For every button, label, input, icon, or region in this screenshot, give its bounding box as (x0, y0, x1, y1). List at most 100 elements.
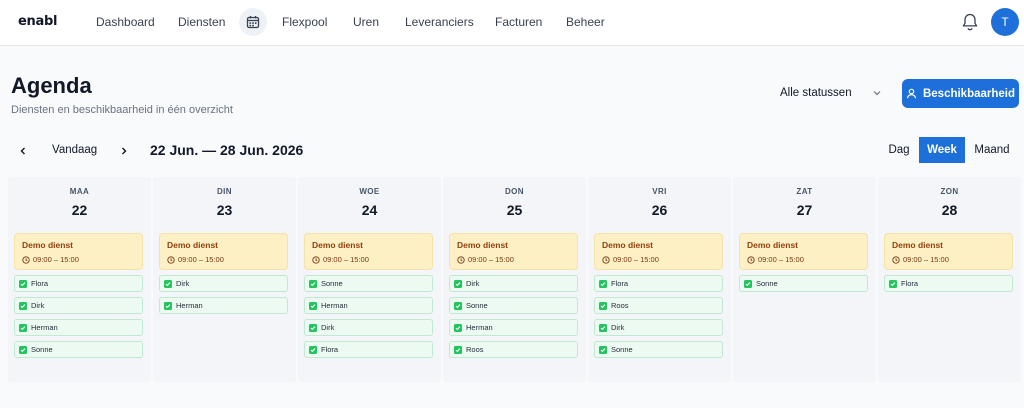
nav-agenda[interactable] (239, 8, 267, 36)
chevron-right-icon (122, 147, 127, 155)
shift-time-row: 09:00 – 15:00 (892, 255, 949, 264)
shift-title: Demo dienst (602, 240, 654, 250)
assigned-person[interactable]: Flora (884, 275, 1013, 292)
assigned-person[interactable]: Flora (594, 275, 723, 292)
day-of-week: ZON (940, 187, 959, 196)
day-of-week: WOE (359, 187, 380, 196)
assigned-person[interactable]: Sonne (739, 275, 868, 292)
person-name: Dirk (176, 279, 190, 288)
nav-leveranciers[interactable]: Leveranciers (405, 15, 474, 29)
shift-card[interactable]: Demo dienst 09:00 – 15:00 (449, 233, 578, 270)
view-week-button[interactable]: Week (919, 137, 965, 163)
assigned-person[interactable]: Dirk (14, 297, 143, 314)
day-number: 27 (796, 202, 813, 218)
today-button[interactable]: Vandaag (52, 144, 97, 156)
assigned-person[interactable]: Herman (304, 297, 433, 314)
nav-dashboard[interactable]: Dashboard (96, 15, 155, 29)
day-column[interactable]: ZON 28 Demo dienst 09:00 – 15:00 Flora (878, 177, 1021, 382)
status-filter-value: Alle statussen (780, 87, 852, 99)
person-name: Flora (611, 279, 629, 288)
shift-card[interactable]: Demo dienst 09:00 – 15:00 (159, 233, 288, 270)
person-name: Herman (176, 301, 203, 310)
shift-title: Demo dienst (312, 240, 364, 250)
user-avatar[interactable]: T (991, 8, 1019, 36)
checkbox-checked-icon (309, 301, 317, 310)
logo[interactable]: enabl (18, 14, 57, 29)
person-name: Roos (611, 301, 629, 310)
checkbox-checked-icon (599, 279, 607, 288)
day-of-week: DIN (217, 187, 232, 196)
assigned-person[interactable]: Herman (159, 297, 288, 314)
shift-title: Demo dienst (22, 240, 74, 250)
view-day-button[interactable]: Dag (882, 137, 916, 163)
page-subtitle: Diensten en beschikbaarheid in één overz… (11, 104, 233, 116)
checkbox-checked-icon (454, 323, 462, 332)
nav-beheer[interactable]: Beheer (566, 15, 605, 29)
clock-icon (602, 255, 610, 264)
day-number: 28 (941, 202, 958, 218)
assigned-person[interactable]: Sonne (14, 341, 143, 358)
checkbox-checked-icon (19, 345, 27, 354)
shift-time: 09:00 – 15:00 (468, 255, 514, 264)
day-number: 25 (506, 202, 523, 218)
shift-card[interactable]: Demo dienst 09:00 – 15:00 (884, 233, 1013, 270)
assigned-person[interactable]: Dirk (159, 275, 288, 292)
day-column[interactable]: WOE 24 Demo dienst 09:00 – 15:00 Sonne Herman… (298, 177, 441, 382)
checkbox-checked-icon (454, 301, 462, 310)
nav-facturen[interactable]: Facturen (495, 15, 542, 29)
checkbox-checked-icon (309, 345, 317, 354)
page-title: Agenda (11, 73, 92, 98)
next-week-button[interactable] (116, 143, 132, 159)
clock-icon (22, 255, 30, 264)
day-column[interactable]: MAA 22 Demo dienst 09:00 – 15:00 Flora Dirk He… (8, 177, 151, 382)
checkbox-checked-icon (309, 279, 317, 288)
assigned-person[interactable]: Dirk (449, 275, 578, 292)
assigned-person[interactable]: Herman (14, 319, 143, 336)
clock-icon (457, 255, 465, 264)
nav-diensten[interactable]: Diensten (178, 15, 225, 29)
person-name: Flora (901, 279, 919, 288)
nav-flexpool[interactable]: Flexpool (282, 15, 327, 29)
shift-card[interactable]: Demo dienst 09:00 – 15:00 (14, 233, 143, 270)
shift-card[interactable]: Demo dienst 09:00 – 15:00 (739, 233, 868, 270)
assigned-person[interactable]: Dirk (594, 319, 723, 336)
nav-uren[interactable]: Uren (353, 15, 379, 29)
assigned-person[interactable]: Flora (14, 275, 143, 292)
day-of-week: MAA (69, 187, 90, 196)
clock-icon (167, 255, 175, 264)
person-name: Herman (466, 323, 493, 332)
top-navigation: enabl Dashboard Diensten Flexpool Uren L… (0, 0, 1024, 46)
person-name: Herman (321, 301, 348, 310)
day-column[interactable]: DON 25 Demo dienst 09:00 – 15:00 Dirk Sonne He… (443, 177, 586, 382)
checkbox-checked-icon (889, 279, 897, 288)
shift-card[interactable]: Demo dienst 09:00 – 15:00 (594, 233, 723, 270)
day-number: 26 (651, 202, 668, 218)
assigned-person[interactable]: Herman (449, 319, 578, 336)
day-column[interactable]: DIN 23 Demo dienst 09:00 – 15:00 Dirk Herman (153, 177, 296, 382)
assigned-person[interactable]: Roos (449, 341, 578, 358)
day-of-week: DON (505, 187, 524, 196)
assigned-person[interactable]: Roos (594, 297, 723, 314)
availability-button-label: Beschikbaarheid (922, 87, 1016, 100)
shift-time: 09:00 – 15:00 (613, 255, 659, 264)
shift-time: 09:00 – 15:00 (178, 255, 224, 264)
assigned-person[interactable]: Sonne (304, 275, 433, 292)
person-name: Sonne (466, 301, 488, 310)
availability-button[interactable]: Beschikbaarheid (902, 79, 1019, 108)
day-of-week: ZAT (796, 187, 813, 196)
view-month-button[interactable]: Maand (968, 137, 1016, 163)
day-column[interactable]: ZAT 27 Demo dienst 09:00 – 15:00 Sonne (733, 177, 876, 382)
shift-time-row: 09:00 – 15:00 (22, 255, 79, 264)
assigned-person[interactable]: Dirk (304, 319, 433, 336)
status-filter-select[interactable]: Alle statussen (770, 80, 890, 106)
assigned-person[interactable]: Sonne (449, 297, 578, 314)
day-column[interactable]: VRI 26 Demo dienst 09:00 – 15:00 Flora Roos Di… (588, 177, 731, 382)
shift-time-row: 09:00 – 15:00 (167, 255, 224, 264)
assigned-person[interactable]: Flora (304, 341, 433, 358)
assigned-person[interactable]: Sonne (594, 341, 723, 358)
previous-week-button[interactable] (15, 143, 31, 159)
shift-card[interactable]: Demo dienst 09:00 – 15:00 (304, 233, 433, 270)
checkbox-checked-icon (454, 279, 462, 288)
bell-icon[interactable] (961, 12, 979, 32)
user-icon (906, 88, 917, 99)
